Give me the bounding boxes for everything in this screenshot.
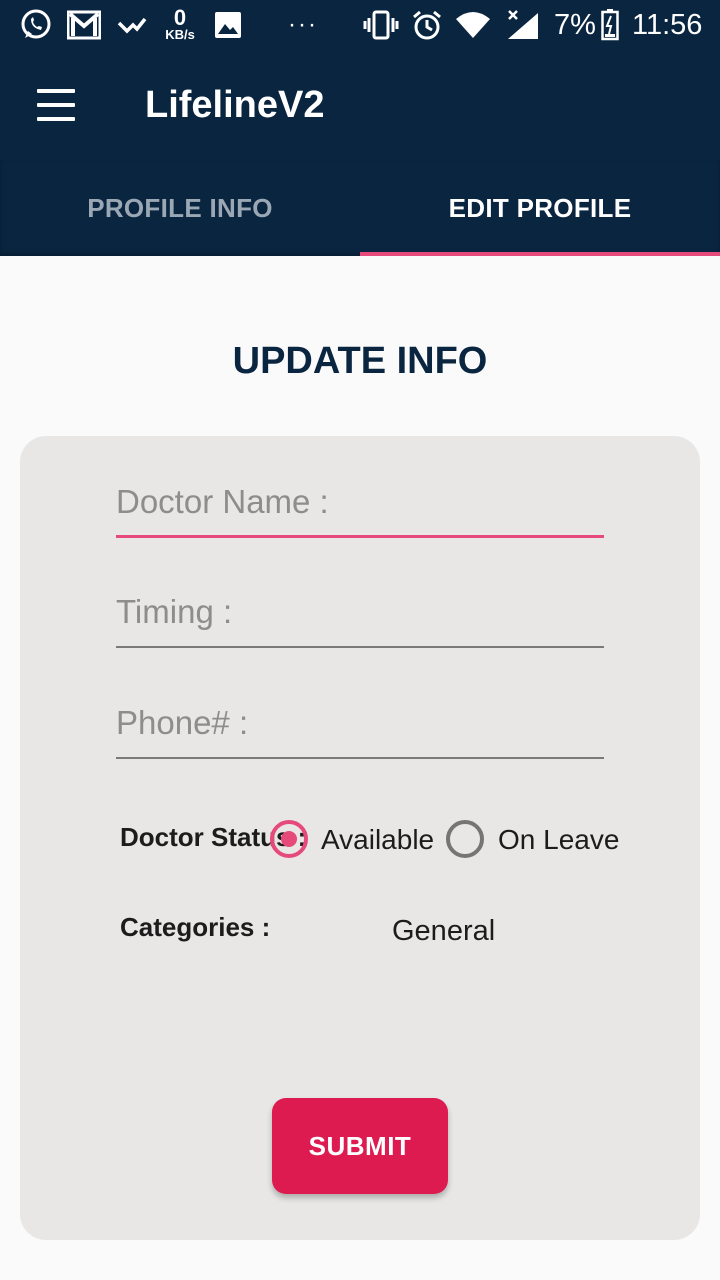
data-speed-value: 0 [173,5,187,30]
signal-icon [504,8,540,42]
submit-button[interactable]: SUBMIT [272,1098,448,1194]
vibrate-icon [362,8,400,42]
gmail-icon [66,8,102,42]
status-on-leave-radio[interactable] [446,820,484,858]
more-notifications-dots: ··· [288,11,318,38]
tab-profile-info[interactable]: PROFILE INFO [0,160,360,256]
phone-underline [116,757,604,759]
whatsapp-icon [18,8,54,42]
doctor-name-field [116,472,604,538]
doctor-name-input[interactable] [116,472,604,532]
check-notification-icon [116,8,148,42]
hamburger-menu-icon[interactable] [30,85,82,125]
tab-bar: PROFILE INFO EDIT PROFILE [0,160,720,256]
alarm-icon [410,8,444,42]
categories-value[interactable]: General [392,915,495,948]
update-info-card: Doctor Status : Available On Leave Categ… [20,436,700,1240]
phone-field [116,693,604,759]
app-title: LifelineV2 [145,84,325,126]
timing-input[interactable] [116,582,604,642]
battery-percent: 7% [554,9,596,41]
status-on-leave-label[interactable]: On Leave [498,824,619,856]
status-available-label[interactable]: Available [321,824,434,856]
categories-label: Categories : [120,912,271,942]
data-speed-unit: KB/s [165,27,195,42]
app-bar: LifelineV2 [0,50,720,160]
battery-icon [600,8,620,42]
status-bar: 0 KB/s ··· 7% 11:56 [0,0,720,50]
wifi-icon [454,8,492,42]
phone-input[interactable] [116,693,604,753]
status-time: 11:56 [632,9,703,41]
tab-edit-profile[interactable]: EDIT PROFILE [360,160,720,256]
image-icon [212,8,244,42]
doctor-name-underline [116,535,604,538]
timing-underline [116,646,604,648]
data-speed-indicator: 0 KB/s [158,5,202,42]
page-title: UPDATE INFO [232,340,488,382]
status-available-radio[interactable] [270,820,308,858]
timing-field [116,582,604,648]
